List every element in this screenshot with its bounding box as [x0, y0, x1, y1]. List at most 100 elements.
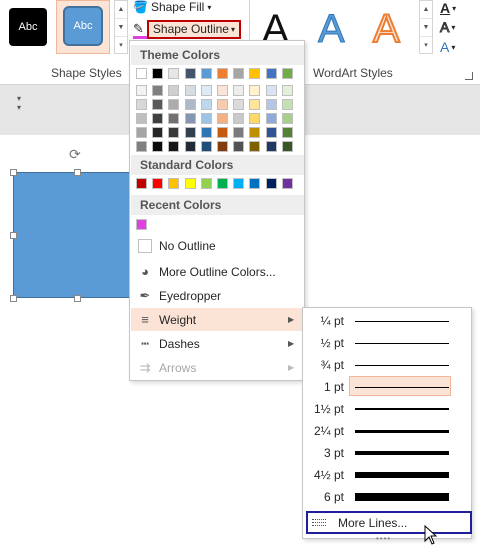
- gallery-more-icon[interactable]: ▾: [115, 37, 127, 55]
- no-outline-item[interactable]: No Outline: [131, 234, 304, 257]
- theme-shade-swatch[interactable]: [265, 141, 277, 152]
- resize-handle[interactable]: [74, 295, 81, 302]
- weight-option[interactable]: ¼ pt: [303, 310, 471, 332]
- theme-shade-swatch[interactable]: [265, 113, 277, 124]
- theme-shade-swatch[interactable]: [233, 127, 245, 138]
- theme-shade-swatch[interactable]: [136, 99, 147, 110]
- theme-shade-swatch[interactable]: [136, 113, 147, 124]
- resize-grip-icon[interactable]: ••••: [376, 534, 391, 543]
- theme-shade-swatch[interactable]: [136, 127, 147, 138]
- theme-shade-swatch[interactable]: [152, 85, 164, 96]
- weight-option[interactable]: ¾ pt: [303, 354, 471, 376]
- more-lines-item[interactable]: More Lines...: [306, 511, 472, 534]
- theme-color-swatch[interactable]: [249, 68, 261, 79]
- text-fill-button[interactable]: A ▾: [440, 0, 456, 16]
- scroll-down-icon[interactable]: ▼: [420, 19, 432, 37]
- weight-option[interactable]: ½ pt: [303, 332, 471, 354]
- theme-shade-swatch[interactable]: [233, 85, 245, 96]
- theme-shade-swatch[interactable]: [249, 99, 261, 110]
- weight-option[interactable]: 4½ pt: [303, 464, 471, 486]
- standard-color-swatch[interactable]: [265, 178, 277, 189]
- theme-shade-swatch[interactable]: [249, 141, 261, 152]
- theme-shade-swatch[interactable]: [281, 113, 293, 124]
- eyedropper-item[interactable]: ✒ Eyedropper: [131, 284, 304, 307]
- standard-color-swatch[interactable]: [249, 178, 261, 189]
- selected-rectangle-shape[interactable]: [13, 172, 139, 298]
- shape-outline-button[interactable]: Shape Outline ▾: [146, 19, 241, 39]
- theme-shade-swatch[interactable]: [217, 99, 228, 110]
- theme-shade-swatch[interactable]: [249, 85, 261, 96]
- gallery-more-icon[interactable]: ▾: [420, 37, 432, 55]
- recent-color-swatch[interactable]: [136, 219, 147, 230]
- theme-shade-swatch[interactable]: [265, 127, 277, 138]
- theme-color-swatch[interactable]: [168, 68, 180, 79]
- theme-shade-swatch[interactable]: [233, 113, 245, 124]
- theme-shade-swatch[interactable]: [265, 99, 277, 110]
- shape-styles-gallery-scroll[interactable]: ▲ ▼ ▾: [114, 0, 128, 54]
- theme-shade-swatch[interactable]: [168, 85, 180, 96]
- scroll-down-icon[interactable]: ▼: [115, 19, 127, 37]
- standard-color-swatch[interactable]: [184, 178, 196, 189]
- text-outline-button[interactable]: A ▾: [439, 19, 455, 36]
- theme-shade-swatch[interactable]: [168, 113, 180, 124]
- theme-shade-swatch[interactable]: [168, 127, 180, 138]
- weight-option[interactable]: 3 pt: [303, 442, 471, 464]
- theme-shade-swatch[interactable]: [217, 113, 228, 124]
- theme-shade-swatch[interactable]: [200, 127, 212, 138]
- theme-shade-swatch[interactable]: [233, 99, 245, 110]
- resize-handle[interactable]: [10, 232, 17, 239]
- theme-color-swatch[interactable]: [233, 68, 245, 79]
- theme-shade-swatch[interactable]: [136, 85, 147, 96]
- theme-color-swatch[interactable]: [184, 68, 196, 79]
- theme-shade-swatch[interactable]: [217, 141, 228, 152]
- theme-color-swatch[interactable]: [136, 68, 147, 79]
- theme-shade-swatch[interactable]: [184, 127, 196, 138]
- more-outline-colors-item[interactable]: ◕ More Outline Colors...: [131, 260, 304, 283]
- theme-color-swatch[interactable]: [152, 68, 164, 79]
- theme-shade-swatch[interactable]: [168, 141, 180, 152]
- theme-shade-swatch[interactable]: [217, 85, 228, 96]
- theme-color-swatch[interactable]: [281, 68, 293, 79]
- theme-shade-swatch[interactable]: [152, 99, 164, 110]
- weight-option[interactable]: 1½ pt: [303, 398, 471, 420]
- theme-shade-swatch[interactable]: [249, 113, 261, 124]
- standard-color-swatch[interactable]: [168, 178, 180, 189]
- theme-shade-swatch[interactable]: [184, 85, 196, 96]
- theme-shade-swatch[interactable]: [136, 141, 147, 152]
- theme-shade-swatch[interactable]: [184, 113, 196, 124]
- text-effects-button[interactable]: A ▾: [440, 39, 455, 55]
- standard-color-swatch[interactable]: [281, 178, 293, 189]
- theme-shade-swatch[interactable]: [233, 141, 245, 152]
- standard-color-swatch[interactable]: [217, 178, 228, 189]
- wordart-style-blue[interactable]: A: [318, 6, 346, 52]
- theme-shade-swatch[interactable]: [265, 85, 277, 96]
- theme-shade-swatch[interactable]: [200, 141, 212, 152]
- theme-shade-swatch[interactable]: [152, 141, 164, 152]
- standard-color-swatch[interactable]: [136, 178, 147, 189]
- resize-handle[interactable]: [74, 169, 81, 176]
- dialog-launcher-icon[interactable]: [465, 72, 473, 80]
- customize-arrow-icon[interactable]: ▾ ▾: [17, 94, 21, 112]
- theme-shade-swatch[interactable]: [184, 99, 196, 110]
- theme-shade-swatch[interactable]: [184, 141, 196, 152]
- theme-color-swatch[interactable]: [200, 68, 212, 79]
- wordart-gallery-scroll[interactable]: ▲ ▼ ▾: [419, 0, 433, 54]
- theme-shade-swatch[interactable]: [281, 127, 293, 138]
- wordart-style-orange[interactable]: A: [372, 6, 401, 52]
- resize-handle[interactable]: [10, 169, 17, 176]
- shape-style-blue[interactable]: Abc: [63, 6, 103, 46]
- scroll-up-icon[interactable]: ▲: [115, 1, 127, 19]
- standard-color-swatch[interactable]: [233, 178, 245, 189]
- standard-color-swatch[interactable]: [152, 178, 164, 189]
- shape-fill-button[interactable]: 🪣 Shape Fill ▾: [133, 0, 211, 14]
- theme-shade-swatch[interactable]: [152, 113, 164, 124]
- weight-item[interactable]: ≡ Weight ▶: [131, 308, 304, 331]
- theme-shade-swatch[interactable]: [200, 113, 212, 124]
- scroll-up-icon[interactable]: ▲: [420, 1, 432, 19]
- rotate-handle-icon[interactable]: ⟳: [69, 146, 81, 163]
- theme-shade-swatch[interactable]: [281, 85, 293, 96]
- shape-style-black[interactable]: Abc: [9, 8, 47, 46]
- resize-handle[interactable]: [10, 295, 17, 302]
- theme-shade-swatch[interactable]: [281, 99, 293, 110]
- theme-shade-swatch[interactable]: [200, 99, 212, 110]
